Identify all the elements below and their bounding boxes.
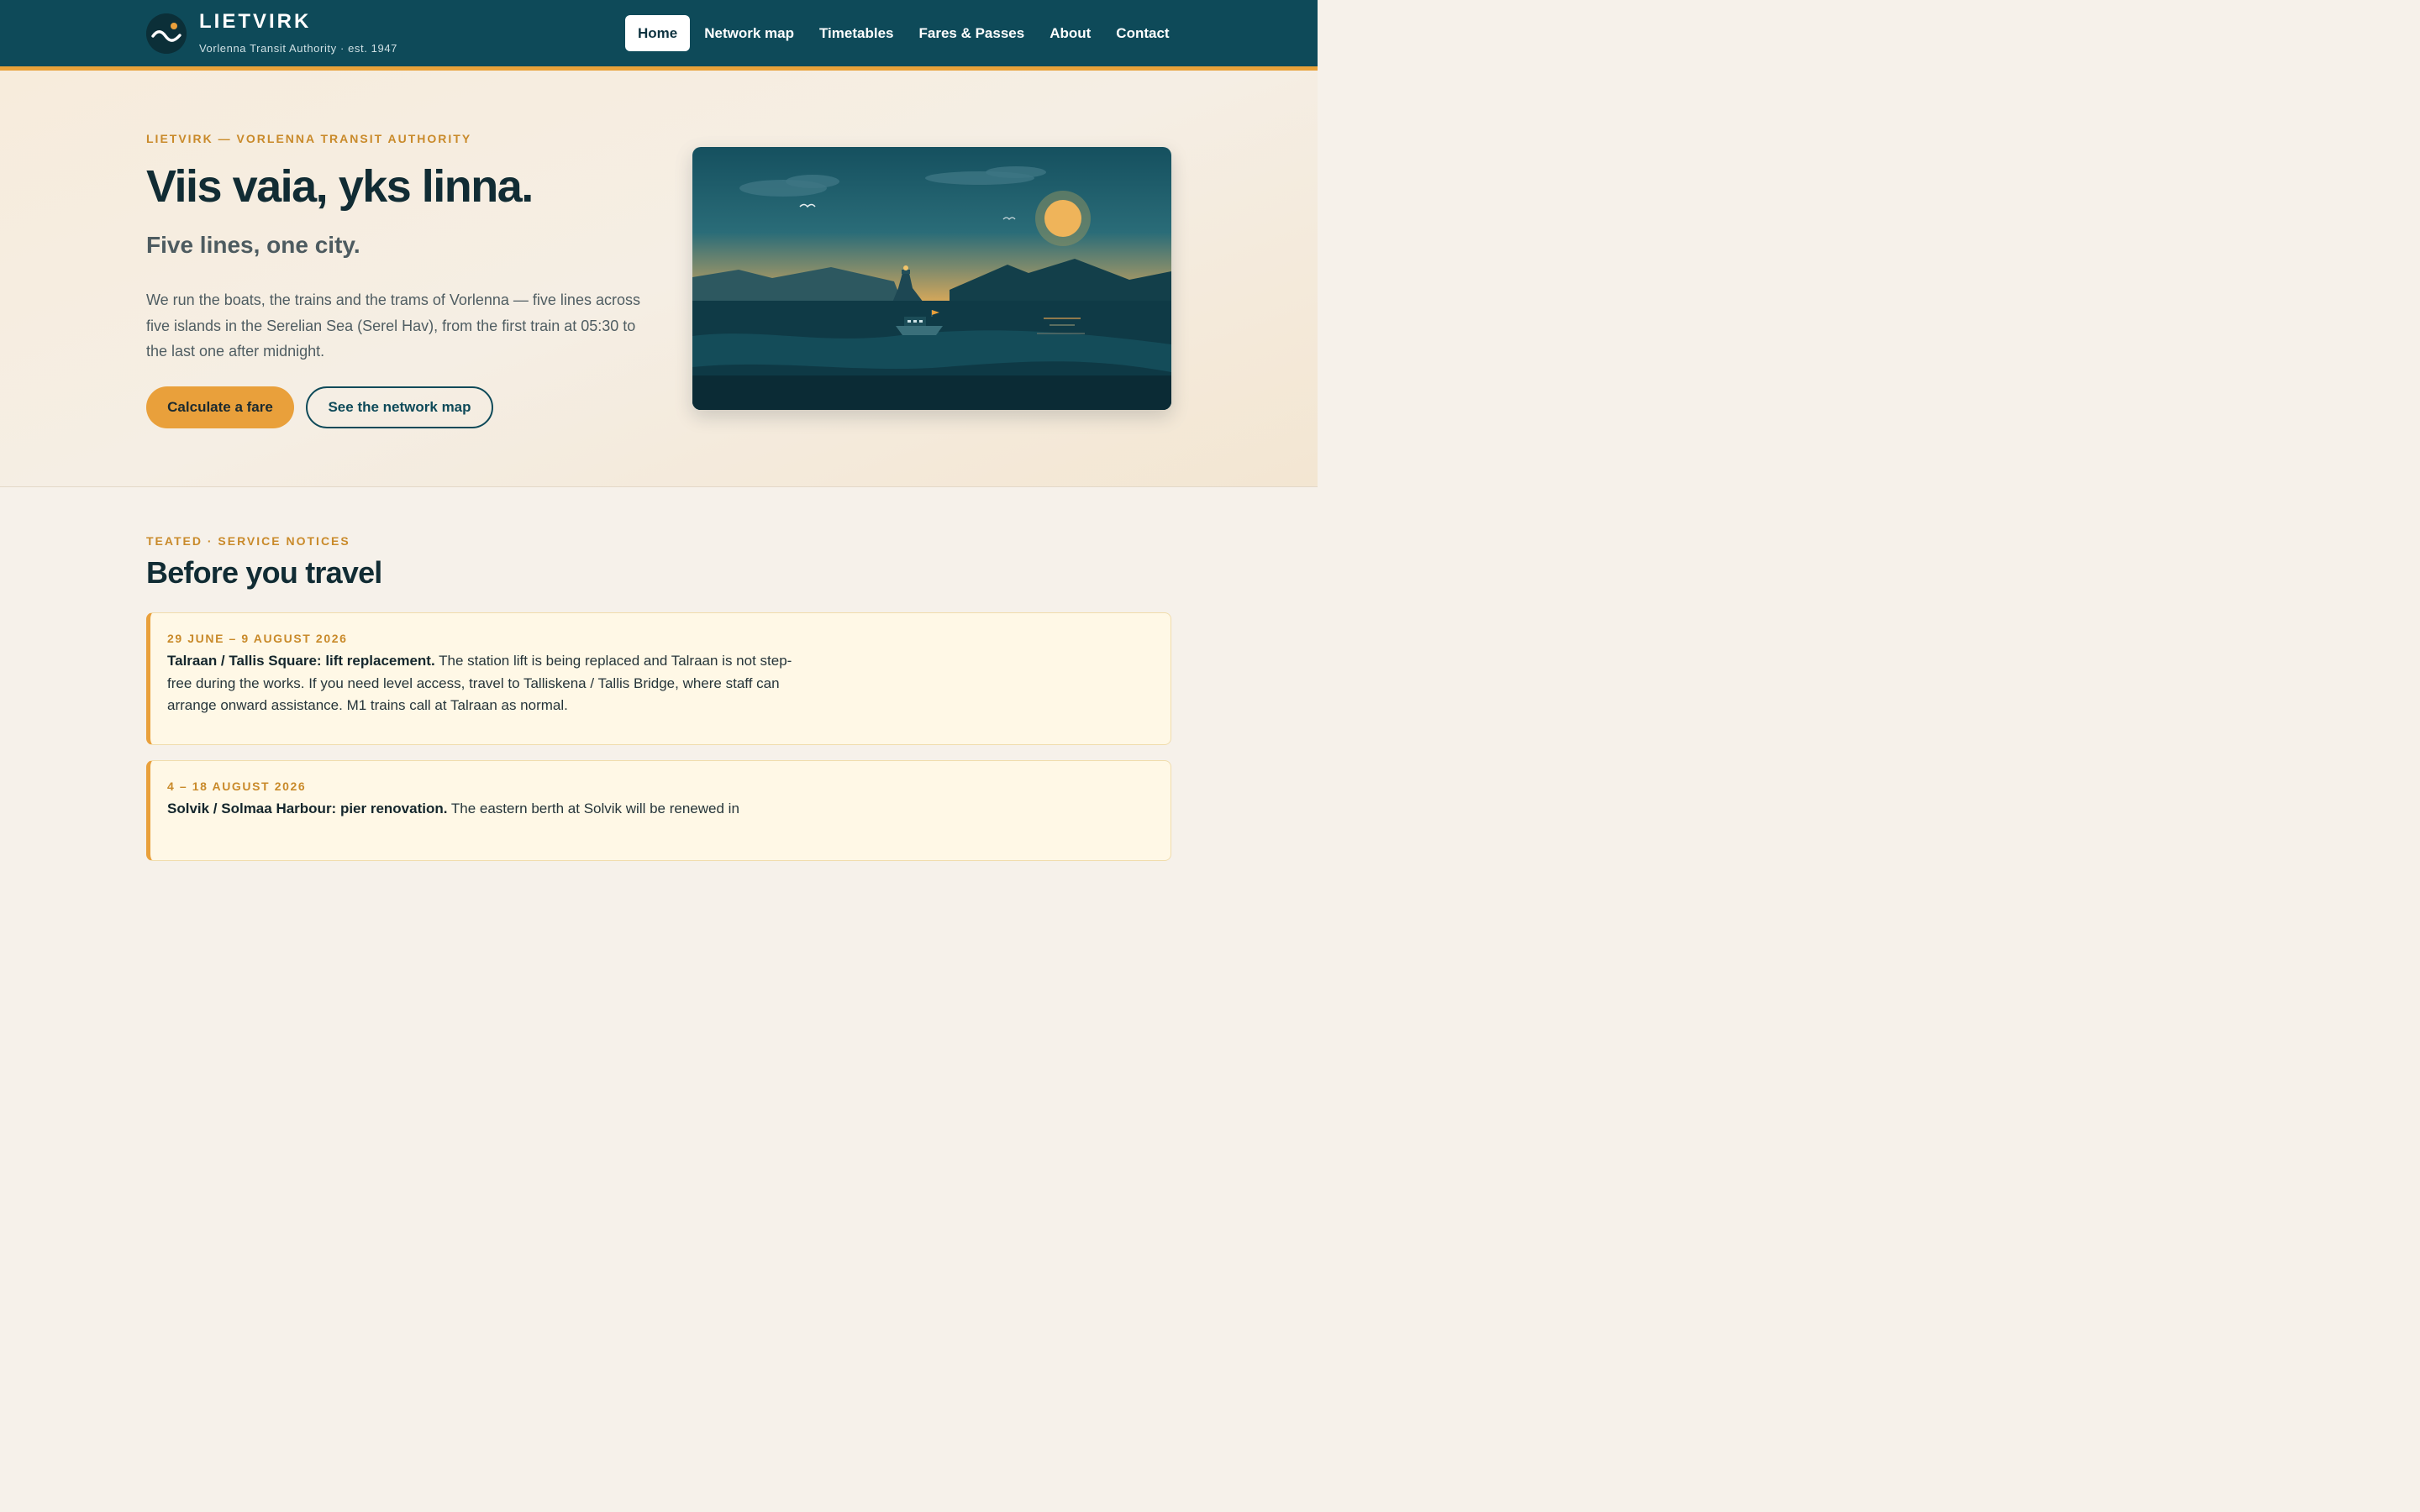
calculate-fare-button[interactable]: Calculate a fare (146, 386, 294, 428)
notice-headline: Talraan / Tallis Square: lift replacemen… (167, 653, 435, 669)
notice-body: The eastern berth at Solvik will be rene… (447, 801, 739, 816)
hero-body: We run the boats, the trains and the tra… (146, 291, 640, 360)
nav-item-home[interactable]: Home (625, 15, 691, 51)
brand-subtitle: Vorlenna Transit Authority · est. 1947 (199, 42, 397, 55)
brand-name: LIETVIRK (199, 10, 312, 33)
notice-date: 29 JUNE – 9 AUGUST 2026 (167, 632, 348, 645)
sun-over-wave-icon (146, 13, 187, 54)
notice-headline: Solvik / Solmaa Harbour: pier renovation… (167, 801, 448, 816)
brand[interactable]: LIETVIRK Vorlenna Transit Authority · es… (146, 12, 397, 55)
hero-section: LIETVIRK — VORLENNA TRANSIT AUTHORITY Vi… (0, 71, 1318, 487)
notice-card: 29 JUNE – 9 AUGUST 2026 Talraan / Tallis… (146, 612, 1171, 745)
nav-item-contact[interactable]: Contact (1103, 15, 1181, 51)
nav-item-timetables[interactable]: Timetables (807, 15, 907, 51)
nav-item-network-map[interactable]: Network map (692, 15, 807, 51)
nav-item-fares-passes[interactable]: Fares & Passes (907, 15, 1038, 51)
notice-card: 4 – 18 AUGUST 2026 Solvik / Solmaa Harbo… (146, 760, 1171, 861)
main-nav: Home Network map Timetables Fares & Pass… (625, 15, 1182, 51)
hero-subtitle: Five lines, one city. (146, 232, 360, 258)
notice-date: 4 – 18 AUGUST 2026 (167, 780, 307, 793)
brand-text: LIETVIRK Vorlenna Transit Authority · es… (199, 12, 397, 55)
hero-title: Viis vaia, yks linna. (146, 161, 534, 212)
site-header: LIETVIRK Vorlenna Transit Authority · es… (0, 0, 1318, 71)
notice-text: Solvik / Solmaa Harbour: pier renovation… (167, 798, 793, 821)
hero-eyebrow: LIETVIRK — VORLENNA TRANSIT AUTHORITY (146, 132, 472, 145)
notice-text: Talraan / Tallis Square: lift replacemen… (167, 650, 793, 717)
harbour-illustration (692, 147, 1171, 410)
network-map-button[interactable]: See the network map (306, 386, 493, 428)
notices-title: Before you travel (146, 555, 382, 590)
nav-item-about[interactable]: About (1037, 15, 1103, 51)
notices-eyebrow: TEATED · SERVICE NOTICES (146, 534, 350, 548)
harbour-scene-image (692, 147, 1171, 410)
